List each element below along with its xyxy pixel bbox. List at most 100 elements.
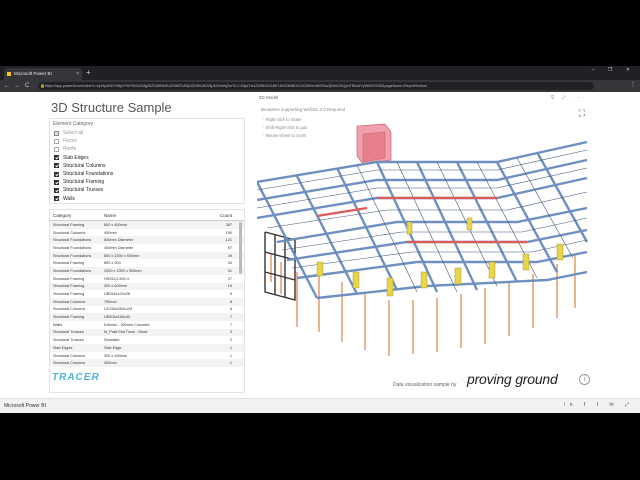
checkbox[interactable] <box>54 146 59 152</box>
slicer-item[interactable]: Structural Columns <box>50 162 244 170</box>
table-row[interactable]: Structural Columns 300mm 1 <box>50 359 244 368</box>
table-row[interactable]: Structural Framing UB305x165x40 7 <box>50 313 244 321</box>
element-table: Category Name Count Structural Framing 80… <box>49 209 245 393</box>
table-row[interactable]: Structural Columns UC254x254x129 8 <box>50 306 244 314</box>
table-row[interactable]: Structural Framing 800 x 900 34 <box>50 259 244 267</box>
checkbox[interactable] <box>54 179 59 185</box>
browser-tab[interactable]: Microsoft Power BI × <box>4 68 82 80</box>
table-row[interactable]: Structural Framing 300 x 600mm 19 <box>50 282 244 291</box>
checkbox[interactable] <box>54 163 59 169</box>
table-row[interactable]: Structural Foundations 800 x 1500 x 900mm… <box>50 251 244 260</box>
table-row[interactable]: Structural Foundations 2000 x 2000 x 900m… <box>50 267 244 275</box>
slicer-item[interactable]: Roofs <box>50 145 244 153</box>
table-row[interactable]: Structural Trusses M_Pratt Flat Truss - S… <box>50 328 244 337</box>
url-field[interactable]: 🔒 https://app.powerbi.com/view?r=eyJrIjo… <box>38 82 594 90</box>
cell-category: Structural Framing <box>53 222 85 227</box>
checkbox[interactable] <box>54 155 59 161</box>
checkbox[interactable] <box>54 196 59 202</box>
slicer-item[interactable]: Floors <box>50 137 244 145</box>
url-text: https://app.powerbi.com/view?r=eyJrIjoiN… <box>45 84 428 88</box>
share-icons[interactable]: in f t ✉ ⤢ <box>564 402 634 408</box>
cell-category: Structural Trusses <box>53 330 84 335</box>
slicer-item[interactable]: Structural Trusses <box>50 186 244 194</box>
slicer-item-label: Roofs <box>63 146 77 153</box>
table-row[interactable]: Structural Foundations 500mm Diameter 121 <box>50 236 244 245</box>
slicer-item-label: Floors <box>63 138 77 145</box>
slicer-item[interactable]: Slab Edges <box>50 154 244 162</box>
table-row[interactable]: Structural Columns 450mm 190 <box>50 229 244 237</box>
cell-count: 2 <box>229 338 232 343</box>
cell-name: 2000 x 2000 x 900mm <box>104 268 142 273</box>
cell-count: 49 <box>227 253 232 258</box>
structure-3d-render[interactable] <box>257 122 591 362</box>
visual-header-icons[interactable]: ⊽ ⤢ ··· <box>551 95 587 101</box>
element-category-slicer: Element Category Select all Floors Roofs Sl… <box>49 118 245 204</box>
table-row[interactable]: Structural Foundations 400mm Diameter 97 <box>50 244 244 252</box>
slicer-item-label: Structural Framing <box>63 179 105 186</box>
cell-name: UC254x254x129 <box>104 307 133 312</box>
cell-category: Structural Framing <box>53 284 85 289</box>
cell-name: 800 x 1500 x 900mm <box>104 253 140 258</box>
cell-category: Structural Framing <box>53 276 85 281</box>
window-controls[interactable]: – ❐ ✕ <box>592 67 636 73</box>
cell-category: Walls <box>53 322 63 327</box>
tab-close-icon[interactable]: × <box>76 68 79 80</box>
cell-category: Structural Framing <box>53 261 85 266</box>
cell-count: 190 <box>225 230 232 235</box>
powerbi-status-bar: Microsoft Power BI in f t ✉ ⤢ <box>0 398 640 413</box>
lock-icon: 🔒 <box>40 83 45 88</box>
column-header-category[interactable]: Category <box>50 213 101 218</box>
cell-count: 19 <box>227 284 232 289</box>
new-tab-button[interactable]: + <box>86 68 91 78</box>
back-icon[interactable]: ← <box>4 81 10 91</box>
cell-name: 300 x 600mm <box>104 284 128 289</box>
forward-icon[interactable]: → <box>14 81 20 91</box>
column-grid <box>270 254 576 356</box>
info-icon[interactable]: i <box>579 374 590 385</box>
reload-icon[interactable]: C <box>25 81 29 91</box>
cell-count: 387 <box>225 222 232 227</box>
cell-category: Structural Framing <box>53 292 85 297</box>
status-app-name: Microsoft Power BI <box>4 403 46 409</box>
address-bar: ← → C 🔒 https://app.powerbi.com/view?r=e… <box>0 80 640 92</box>
slicer-item[interactable]: Structural Foundations <box>50 170 244 178</box>
table-row[interactable]: Walls Exterior - 300mm Concrete 7 <box>50 321 244 329</box>
cell-count: 8 <box>229 299 232 304</box>
report-canvas: 3D Structure Sample Element Category Sel… <box>0 92 640 398</box>
table-row[interactable]: Structural Framing HSS114.3X6.4 27 <box>50 275 244 283</box>
cell-count: 1 <box>229 361 232 366</box>
cell-name: 400mm Diameter <box>104 245 134 250</box>
browser-menu-icon[interactable]: ⋮ <box>630 81 636 88</box>
slicer-item[interactable]: Structural Framing <box>50 178 244 186</box>
table-scrollbar[interactable] <box>239 222 242 274</box>
model-viewer[interactable]: 3D Model ⊽ ⤢ ··· Browsers supporting Web… <box>257 92 591 362</box>
table-row[interactable]: Structural Framing UB254x102x28 9 <box>50 290 244 298</box>
cell-name: Slab Edge <box>104 345 122 350</box>
cell-category: Structural Columns <box>53 353 86 358</box>
column-header-name[interactable]: Name <box>101 213 201 218</box>
expand-icon[interactable]: ⛶ <box>579 108 585 119</box>
cell-category: Structural Columns <box>53 230 86 235</box>
column-header-count[interactable]: Count <box>201 213 235 218</box>
cell-count: 3 <box>229 330 232 335</box>
checkbox[interactable] <box>54 130 59 136</box>
cell-name: 300 x 450mm <box>104 353 128 358</box>
cell-count: 31 <box>227 268 232 273</box>
cell-count: 27 <box>227 276 232 281</box>
checkbox[interactable] <box>54 171 59 177</box>
table-row[interactable]: Structural Columns 300 x 450mm 1 <box>50 352 244 360</box>
cell-count: 121 <box>225 238 232 243</box>
cell-category: Slab Edges <box>53 345 73 350</box>
table-row[interactable]: Structural Columns 750mm 8 <box>50 297 244 306</box>
cell-category: Structural Columns <box>53 299 86 304</box>
slicer-item[interactable]: Select all <box>50 129 244 137</box>
table-row[interactable]: Slab Edges Slab Edge 1 <box>50 344 244 352</box>
cell-name: 800 x 900 <box>104 261 121 266</box>
table-row[interactable]: Structural Framing 800 x 800mm 387 <box>50 221 244 229</box>
slicer-item-label: Walls <box>63 195 76 202</box>
cell-count: 8 <box>229 307 232 312</box>
table-row[interactable]: Structural Trusses Standard 2 <box>50 336 244 344</box>
checkbox[interactable] <box>54 138 59 144</box>
checkbox[interactable] <box>54 187 59 193</box>
slicer-item[interactable]: Walls <box>50 195 244 203</box>
